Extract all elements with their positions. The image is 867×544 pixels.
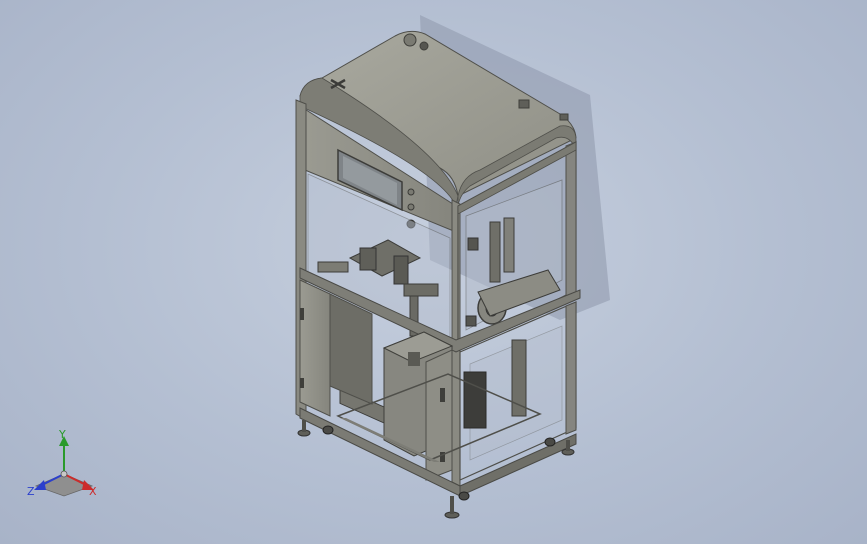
small-part-1: [467, 237, 479, 251]
motor-housing-label: [408, 352, 420, 366]
electric-cabinet: [463, 371, 487, 429]
button-1-icon: [407, 188, 415, 196]
graphics-viewport[interactable]: Y X Z: [0, 0, 867, 544]
column-right-2: [503, 217, 515, 273]
caster-2: [458, 491, 470, 501]
triad-origin: [60, 470, 68, 478]
caster-1: [322, 425, 334, 435]
machine-assembly-model[interactable]: [0, 0, 867, 544]
right-upper-pillar-rear: [565, 141, 577, 297]
lower-left-door-inner: [329, 293, 373, 405]
cylinder-1: [317, 261, 349, 273]
motor-block-1: [359, 247, 377, 271]
column-right: [489, 221, 501, 283]
door-hinge-left: [300, 378, 304, 388]
button-2-icon: [407, 203, 415, 211]
triad-z-label: Z: [27, 485, 35, 498]
door-handle-right: [440, 388, 445, 402]
door-handle-left: [300, 308, 304, 320]
reference-triad[interactable]: Y X Z: [26, 428, 106, 504]
cylinder-2: [403, 283, 439, 297]
small-part-2: [465, 315, 477, 327]
lower-left-door: [299, 279, 331, 417]
lower-right-rear-pillar: [565, 301, 577, 435]
motor-block-2: [393, 255, 409, 285]
triad-z-arrow-icon: [34, 480, 46, 490]
triad-y-label: Y: [59, 428, 66, 441]
triad-x-label: X: [89, 485, 97, 498]
caster-3: [544, 437, 556, 447]
